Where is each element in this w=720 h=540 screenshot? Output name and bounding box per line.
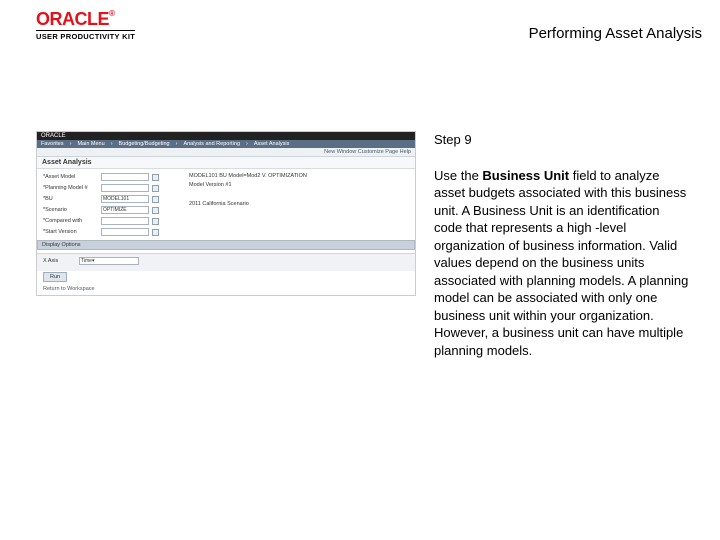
planning-model-label: *Planning Model #	[43, 185, 98, 191]
ss-toolbar: New Window Customize Page Help	[37, 148, 415, 157]
text-before: Use the	[434, 168, 482, 183]
page-title: Performing Asset Analysis	[529, 10, 702, 42]
x-axis-select[interactable]: Time ▾	[79, 257, 139, 265]
compare-label: *Compared with	[43, 218, 98, 224]
desc-2: Model Version #1	[189, 182, 307, 188]
asset-model-input[interactable]	[101, 173, 149, 181]
nav-item: Asset Analysis	[254, 141, 289, 147]
desc-3: 2011 California Scenario	[189, 201, 307, 207]
compare-input[interactable]	[101, 217, 149, 225]
lookup-icon[interactable]	[152, 218, 159, 225]
start-input[interactable]	[101, 228, 149, 236]
nav-item: Main Menu	[77, 141, 104, 147]
nav-item: Analysis and Reporting	[183, 141, 240, 147]
bu-label: *BU	[43, 196, 98, 202]
instruction-panel: Step 9 Use the Business Unit field to an…	[434, 131, 702, 360]
planning-model-input[interactable]	[101, 184, 149, 192]
lookup-icon[interactable]	[152, 207, 159, 214]
oracle-logo: ORACLE®	[36, 10, 135, 28]
upk-subtitle: USER PRODUCTIVITY KIT	[36, 30, 135, 41]
desc-1: MODEL101 BU Model=Mod2 V. OPTIMIZATION	[189, 173, 307, 179]
text-after: field to analyze asset budgets associate…	[434, 168, 688, 358]
start-label: *Start Version	[43, 229, 98, 235]
lookup-icon[interactable]	[152, 174, 159, 181]
ss-brand: ORACLE	[37, 132, 415, 140]
lookup-icon[interactable]	[152, 185, 159, 192]
return-link: Return to Workspace	[37, 283, 415, 295]
nav-item: Budgeting/Budgeting	[119, 141, 170, 147]
oracle-logo-block: ORACLE® USER PRODUCTIVITY KIT	[36, 10, 135, 41]
lookup-icon[interactable]	[152, 196, 159, 203]
ss-navbar: Favorites › Main Menu › Budgeting/Budget…	[37, 140, 415, 148]
bu-input[interactable]: MODEL101	[101, 195, 149, 203]
app-screenshot: ORACLE Favorites › Main Menu › Budgeting…	[36, 131, 416, 296]
text-bold: Business Unit	[482, 168, 569, 183]
display-options-header: Display Options	[37, 240, 415, 250]
scenario-input[interactable]: OPTIMIZE	[101, 206, 149, 214]
ss-section-title: Asset Analysis	[37, 157, 415, 169]
instruction-text: Use the Business Unit field to analyze a…	[434, 167, 690, 360]
step-label: Step 9	[434, 131, 690, 149]
nav-item: Favorites	[41, 141, 64, 147]
logo-tm: ®	[109, 9, 114, 18]
x-axis-label: X Axis	[43, 258, 73, 264]
lookup-icon[interactable]	[152, 229, 159, 236]
run-button[interactable]: Run	[43, 272, 67, 282]
asset-model-label: *Asset Model	[43, 174, 98, 180]
logo-text: ORACLE	[36, 9, 109, 29]
scenario-label: *Scenario	[43, 207, 98, 213]
